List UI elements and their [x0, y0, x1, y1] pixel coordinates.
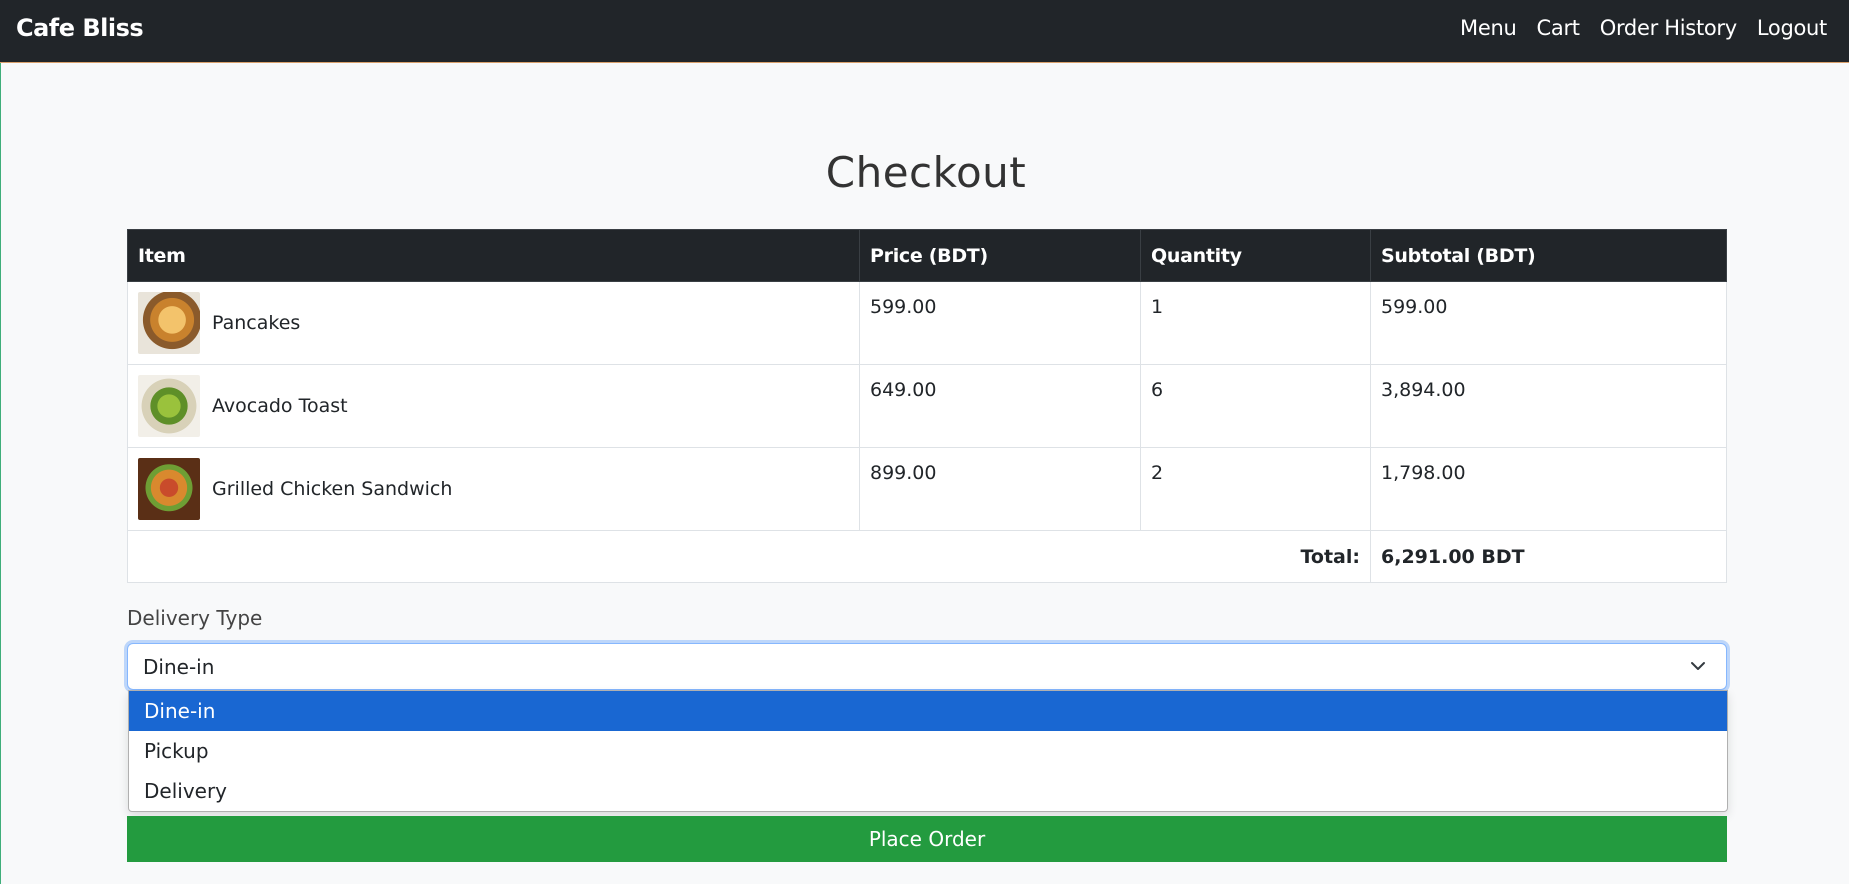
checkout-table: Item Price (BDT) Quantity Subtotal (BDT)… — [127, 229, 1727, 583]
nav-link-cart[interactable]: Cart — [1537, 16, 1581, 40]
grilled-chicken-sandwich-image — [138, 458, 200, 520]
header-subtotal: Subtotal (BDT) — [1370, 229, 1727, 282]
avocado-toast-image — [138, 375, 200, 437]
page-title: Checkout — [825, 148, 1027, 197]
option-pickup[interactable]: Pickup — [129, 731, 1727, 771]
delivery-type-options: Dine-in Pickup Delivery — [128, 690, 1728, 812]
place-order-button[interactable]: Place Order — [127, 816, 1727, 862]
table-header-row: Item Price (BDT) Quantity Subtotal (BDT) — [127, 229, 1727, 282]
nav-link-order-history[interactable]: Order History — [1600, 16, 1737, 40]
price-cell: 649.00 — [859, 364, 1141, 448]
total-row: Total: 6,291.00 BDT — [127, 530, 1727, 583]
table-row: Avocado Toast 649.00 6 3,894.00 — [127, 364, 1727, 448]
price-cell: 599.00 — [859, 281, 1141, 365]
navbar: Cafe Bliss Menu Cart Order History Logou… — [0, 0, 1849, 63]
delivery-type-label: Delivery Type — [127, 606, 263, 630]
option-dine-in[interactable]: Dine-in — [129, 691, 1727, 731]
delivery-type-selected-value: Dine-in — [143, 654, 215, 679]
subtotal-cell: 3,894.00 — [1370, 364, 1727, 448]
table-row: Pancakes 599.00 1 599.00 — [127, 281, 1727, 365]
total-value: 6,291.00 BDT — [1370, 530, 1727, 583]
quantity-cell: 6 — [1140, 364, 1371, 448]
item-cell: Avocado Toast — [127, 364, 860, 448]
chevron-down-icon — [1691, 662, 1705, 670]
item-name: Grilled Chicken Sandwich — [212, 478, 453, 500]
quantity-cell: 1 — [1140, 281, 1371, 365]
total-label: Total: — [127, 530, 1371, 583]
quantity-cell: 2 — [1140, 447, 1371, 531]
item-cell: Pancakes — [127, 281, 860, 365]
brand-logo[interactable]: Cafe Bliss — [16, 14, 144, 42]
pancakes-image — [138, 292, 200, 354]
header-item: Item — [127, 229, 860, 282]
subtotal-cell: 1,798.00 — [1370, 447, 1727, 531]
nav-link-menu[interactable]: Menu — [1460, 16, 1517, 40]
header-price: Price (BDT) — [859, 229, 1141, 282]
delivery-type-select[interactable]: Dine-in — [127, 643, 1727, 690]
price-cell: 899.00 — [859, 447, 1141, 531]
item-name: Pancakes — [212, 312, 301, 334]
subtotal-cell: 599.00 — [1370, 281, 1727, 365]
nav-link-logout[interactable]: Logout — [1757, 16, 1827, 40]
table-row: Grilled Chicken Sandwich 899.00 2 1,798.… — [127, 447, 1727, 531]
nav-links: Menu Cart Order History Logout — [1460, 16, 1827, 40]
header-quantity: Quantity — [1140, 229, 1371, 282]
item-cell: Grilled Chicken Sandwich — [127, 447, 860, 531]
item-name: Avocado Toast — [212, 395, 348, 417]
option-delivery[interactable]: Delivery — [129, 771, 1727, 811]
